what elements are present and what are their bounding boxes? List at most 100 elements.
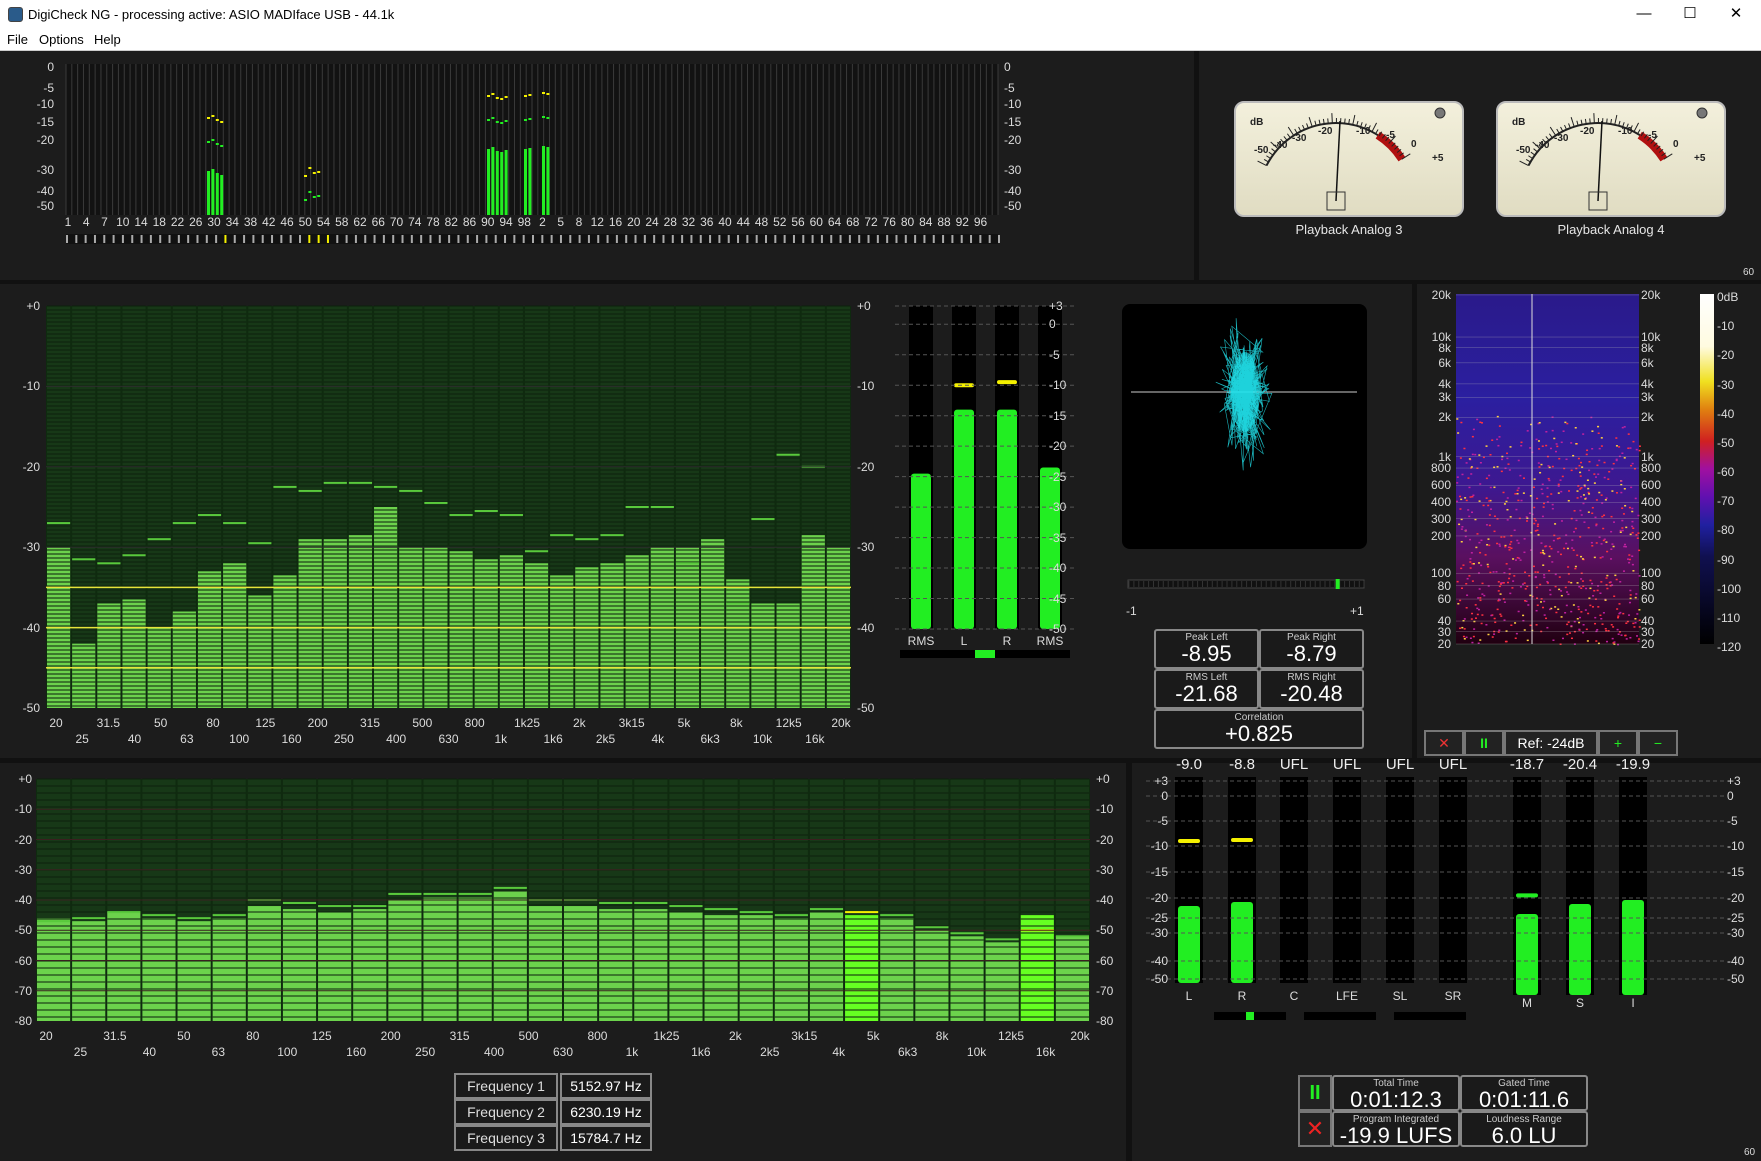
- spectrogram-pixel: [1546, 487, 1549, 489]
- vu-tick: [1352, 114, 1356, 125]
- spectrogram-pixel: [1610, 515, 1613, 518]
- spectrogram-pixel: [1479, 597, 1482, 599]
- vu-scale-label: dB: [1250, 117, 1263, 128]
- vu-tick: [1530, 151, 1536, 156]
- spectrogram-pixel: [1563, 547, 1566, 550]
- spectrogram-pixel: [1565, 542, 1568, 545]
- vu-left-caption: Playback Analog 3: [1295, 222, 1403, 237]
- channel-hold-marker: [524, 119, 527, 121]
- menu-options[interactable]: Options: [39, 32, 84, 47]
- analyzer-peak-marker: [424, 501, 448, 504]
- channel-selector-tick: [951, 235, 954, 243]
- channel-selector-tick: [177, 235, 180, 243]
- spectrogram-pause-button[interactable]: II: [1464, 730, 1504, 756]
- spectrogram-pixel: [1542, 506, 1545, 508]
- spectrogram-pixel: [1551, 561, 1554, 563]
- spectrogram-stop-button[interactable]: ✕: [1424, 730, 1464, 756]
- channel-label: 40: [718, 215, 732, 229]
- level-scale-label: -30: [1049, 500, 1067, 515]
- spectrogram-ref-button[interactable]: Ref: -24dB: [1504, 730, 1598, 756]
- analyzer-band-bar: [142, 918, 176, 1021]
- analyzer-band-bar: [212, 918, 246, 1021]
- spectrogram-pixel: [1514, 493, 1517, 495]
- channel-selector-tick: [261, 235, 264, 243]
- spectrogram-pixel: [1490, 614, 1493, 617]
- vu-needle: [1597, 120, 1603, 202]
- spectrogram-pixel: [1587, 526, 1590, 529]
- spectrogram-pixel: [1567, 499, 1570, 502]
- analyzer-peak-marker: [751, 518, 775, 521]
- analyzer-peak-marker: [72, 917, 106, 920]
- spectrogram-pixel: [1476, 533, 1479, 535]
- level-scale-label: -5: [1049, 347, 1060, 362]
- spectrogram-pixel: [1620, 491, 1623, 494]
- spectrogram-pixel: [1616, 608, 1619, 610]
- menu-bar: File Options Help: [0, 28, 1761, 51]
- spectrogram-freq-label-right: 300: [1641, 511, 1662, 526]
- spectrogram-pixel: [1549, 593, 1552, 596]
- close-button[interactable]: ✕: [1713, 0, 1759, 28]
- spectrogram-pixel: [1548, 570, 1551, 572]
- spectrogram-freq-label-left: 200: [1430, 528, 1451, 543]
- maximize-button[interactable]: ☐: [1667, 0, 1713, 28]
- spectrogram-pixel: [1574, 567, 1577, 570]
- spectrogram-freq-label-right: 80: [1641, 578, 1655, 593]
- spectrogram-pixel: [1604, 599, 1607, 601]
- spectrogram-freq-label-right: 2k: [1641, 410, 1654, 425]
- spectrogram-pixel: [1629, 594, 1632, 596]
- spectrogram-pixel: [1510, 547, 1513, 549]
- channel-selector-tick: [522, 235, 525, 243]
- spectrogram-pixel: [1554, 606, 1557, 608]
- spectrogram-freq-label-right: 8k: [1641, 340, 1654, 355]
- menu-help[interactable]: Help: [94, 32, 121, 47]
- frequency-label: 125: [255, 716, 276, 730]
- channel-label: 76: [882, 215, 896, 229]
- spectrogram-pixel: [1577, 457, 1580, 460]
- spectrogram-pixel: [1631, 510, 1634, 513]
- spectrogram-pixel: [1506, 457, 1509, 460]
- spectrogram-pixel: [1628, 506, 1631, 509]
- spectrogram-pixel: [1474, 518, 1477, 521]
- spectrogram-pixel: [1628, 561, 1631, 564]
- analyzer-peak-marker: [147, 538, 171, 541]
- spectrogram-pixel: [1636, 537, 1639, 539]
- spectrogram-pixel: [1496, 466, 1499, 468]
- spectrogram-pixel: [1552, 639, 1555, 642]
- minimize-button[interactable]: —: [1621, 0, 1667, 28]
- spectrogram-pixel: [1474, 617, 1477, 619]
- spectrogram-pixel: [1629, 589, 1632, 592]
- channel-label: 50: [298, 215, 312, 229]
- spectrogram-pixel: [1615, 437, 1618, 439]
- spectrogram-pixel: [1638, 609, 1641, 611]
- spectrogram-pixel: [1468, 515, 1471, 518]
- frequency-label: 80: [206, 716, 220, 730]
- spectrogram-pixel: [1599, 557, 1602, 559]
- frequency-label: 6k3: [700, 732, 720, 746]
- spectrogram-pixel: [1548, 608, 1551, 611]
- channel-selector-tick: [392, 235, 395, 243]
- channel-label: 72: [864, 215, 878, 229]
- channel-selector-tick: [140, 235, 143, 243]
- spectrogram-pixel: [1584, 498, 1587, 500]
- spectrogram-pixel: [1605, 541, 1608, 543]
- spectrogram-pixel: [1617, 615, 1620, 617]
- spectrogram-pixel: [1480, 539, 1483, 542]
- db-label-right: 0: [1004, 60, 1011, 74]
- spectrogram-pixel: [1547, 477, 1550, 480]
- channel-selector-tick: [410, 235, 413, 243]
- spectrogram-pixel: [1500, 536, 1503, 538]
- spectrogram-pixel: [1560, 520, 1563, 522]
- spectrogram-freq-label-right: 800: [1641, 461, 1662, 476]
- channel-selector-tick: [513, 235, 516, 243]
- spectrogram-pixel: [1517, 610, 1520, 613]
- vu-scale-label: 0: [1673, 139, 1679, 150]
- spectrogram-pixel: [1516, 489, 1519, 492]
- spectrogram-pixel: [1557, 483, 1560, 486]
- channel-selector-tick: [504, 235, 507, 243]
- channel-label: 68: [846, 215, 860, 229]
- spectrogram-minus-button[interactable]: −: [1638, 730, 1678, 756]
- spectrogram-plus-button[interactable]: +: [1598, 730, 1638, 756]
- spectrogram-pixel: [1567, 581, 1570, 583]
- menu-file[interactable]: File: [7, 32, 28, 47]
- spectrogram-pixel: [1515, 632, 1518, 635]
